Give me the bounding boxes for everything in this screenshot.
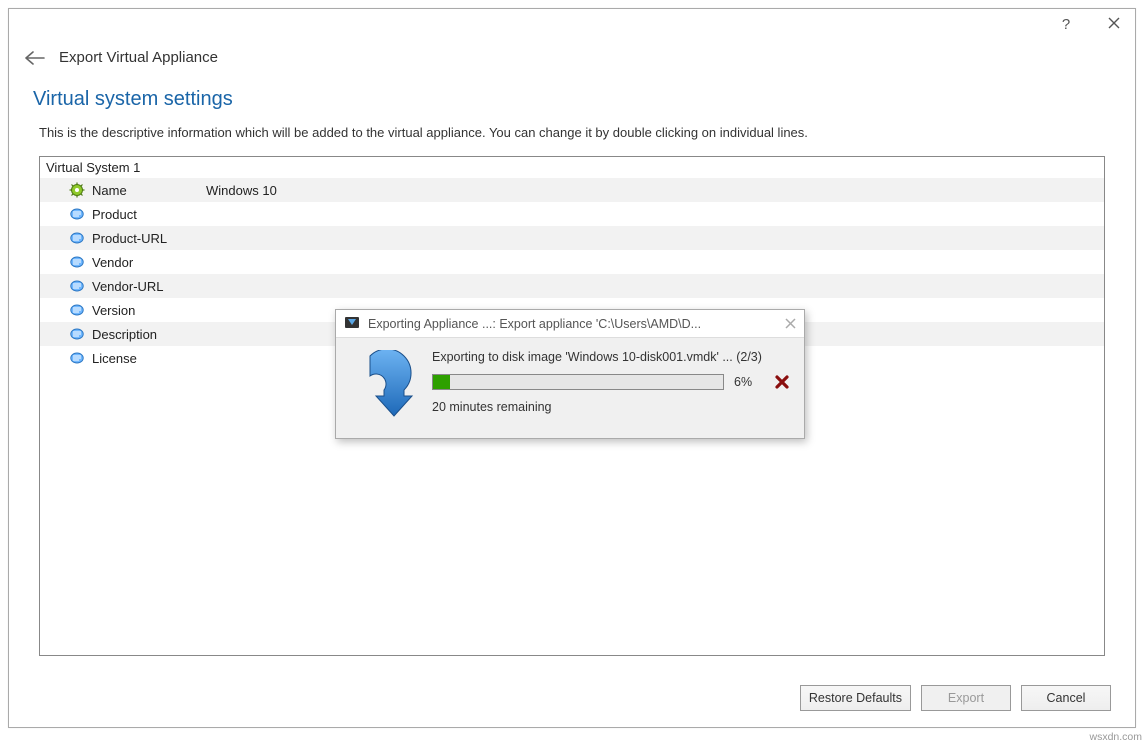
progress-percent: 6% [734,375,764,389]
download-arrow-icon [350,350,418,422]
progress-dialog-titlebar: Exporting Appliance ...: Export applianc… [336,310,804,338]
progress-status-text: Exporting to disk image 'Windows 10-disk… [432,350,790,364]
section-heading: Virtual system settings [9,82,1135,123]
settings-row-label: License [92,351,200,366]
progress-bar-fill [433,375,450,389]
settings-row-label: Name [92,183,200,198]
wizard-buttons: Restore Defaults Export Cancel [800,685,1111,711]
settings-row[interactable]: Name Windows 10 [40,178,1104,202]
doc-icon [68,301,86,319]
help-button[interactable]: ? [1051,16,1081,33]
progress-dialog: Exporting Appliance ...: Export applianc… [335,309,805,439]
wizard-header: Export Virtual Appliance [9,39,1135,82]
doc-icon [68,205,86,223]
cancel-button[interactable]: Cancel [1021,685,1111,711]
cancel-progress-icon[interactable] [774,374,790,390]
progress-remaining: 20 minutes remaining [432,400,790,414]
export-wizard-window: ? Export Virtual Appliance Virtual syste… [8,8,1136,728]
settings-row-label: Vendor [92,255,200,270]
settings-row[interactable]: Vendor [40,250,1104,274]
doc-icon [68,229,86,247]
vbox-icon [344,314,360,333]
doc-icon [68,325,86,343]
back-arrow-icon[interactable] [25,51,45,65]
export-button[interactable]: Export [921,685,1011,711]
settings-row-label: Version [92,303,200,318]
settings-row[interactable]: Product-URL [40,226,1104,250]
settings-row-label: Product [92,207,200,222]
gear-icon [68,181,86,199]
section-description: This is the descriptive information whic… [9,123,1135,152]
window-titlebar: ? [9,9,1135,39]
progress-dialog-title: Exporting Appliance ...: Export applianc… [368,317,777,331]
settings-row-value: Windows 10 [206,183,1104,198]
settings-row[interactable]: Product [40,202,1104,226]
close-icon[interactable] [785,316,796,332]
settings-group-header: Virtual System 1 [40,157,1104,178]
settings-row-label: Description [92,327,200,342]
settings-row[interactable]: Vendor-URL [40,274,1104,298]
page-title: Export Virtual Appliance [59,49,218,66]
restore-defaults-button[interactable]: Restore Defaults [800,685,911,711]
watermark: wsxdn.com [1089,731,1142,743]
progress-bar [432,374,724,390]
settings-row-label: Product-URL [92,231,200,246]
close-button[interactable] [1099,16,1129,33]
doc-icon [68,349,86,367]
doc-icon [68,253,86,271]
settings-row-label: Vendor-URL [92,279,200,294]
doc-icon [68,277,86,295]
